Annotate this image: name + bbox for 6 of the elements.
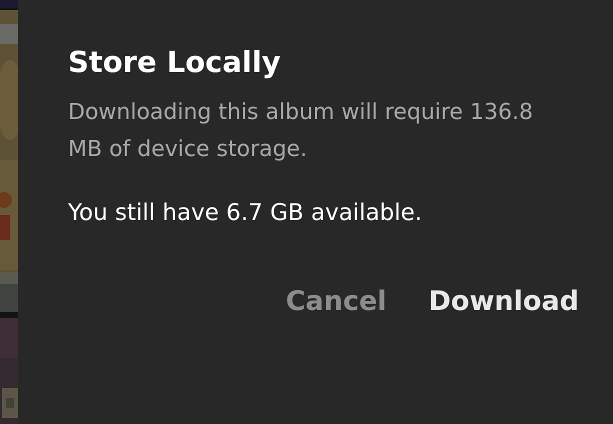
dialog-title: Store Locally [68, 44, 282, 81]
storage-note: You still have 6.7 GB available. [68, 199, 424, 228]
cancel-button[interactable]: Cancel [286, 284, 387, 320]
dialog-message: Downloading this album will require 136.8 MB of device storage. [68, 99, 534, 164]
header-bar [0, 0, 18, 8]
download-button[interactable]: Download [428, 284, 579, 320]
